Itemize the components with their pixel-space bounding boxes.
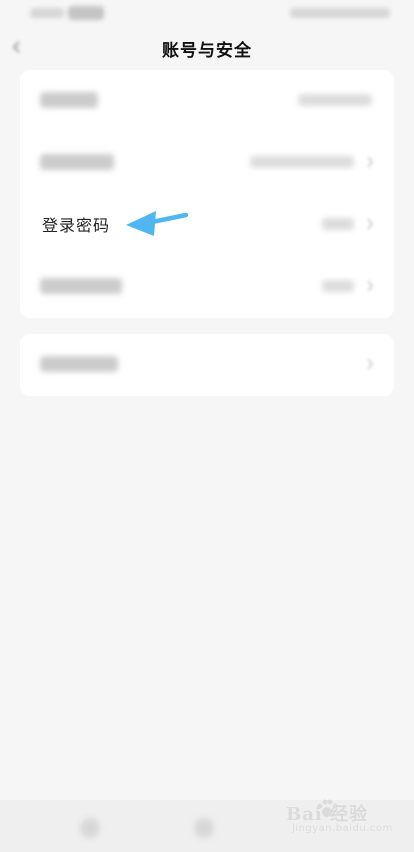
row-label-blurred: [40, 356, 118, 372]
status-bar: [0, 0, 414, 26]
list-item-login-password[interactable]: 登录密码: [20, 194, 394, 256]
baidu-jingyan-watermark: Bai 经验 jingyan.baidu.com: [286, 798, 396, 840]
page-title: 账号与安全: [162, 41, 252, 61]
row-value-blurred: [322, 218, 354, 230]
row-value-blurred: [322, 280, 354, 292]
bottom-nav-item[interactable]: [194, 818, 214, 838]
list-item[interactable]: [20, 132, 394, 194]
row-label-blurred: [40, 92, 98, 108]
chevron-right-icon: [367, 358, 373, 370]
row-value-blurred: [250, 156, 354, 168]
secondary-settings-card: [20, 334, 394, 396]
paw-icon: [317, 799, 338, 817]
annotation-arrow-icon: [126, 211, 189, 236]
status-badge: [68, 6, 104, 20]
chevron-right-icon: [367, 156, 373, 168]
bottom-nav-item[interactable]: [80, 818, 100, 838]
watermark-url: jingyan.baidu.com: [292, 823, 393, 834]
list-item[interactable]: [20, 70, 394, 132]
row-label-blurred: [40, 154, 114, 170]
row-value-blurred: [298, 94, 372, 106]
security-settings-card: 登录密码: [20, 70, 394, 318]
list-item[interactable]: [20, 334, 394, 396]
login-password-label: 登录密码: [42, 216, 111, 235]
account-security-screen: 账号与安全 登录密码 Bai 经验 jingyan.baidu.com: [0, 0, 414, 852]
nav-bar: 账号与安全: [0, 26, 414, 70]
list-item[interactable]: [20, 256, 394, 318]
chevron-right-icon: [367, 280, 373, 292]
status-time: [30, 8, 64, 18]
row-label-blurred: [40, 278, 122, 294]
chevron-right-icon: [367, 218, 373, 230]
status-icons: [290, 8, 390, 18]
